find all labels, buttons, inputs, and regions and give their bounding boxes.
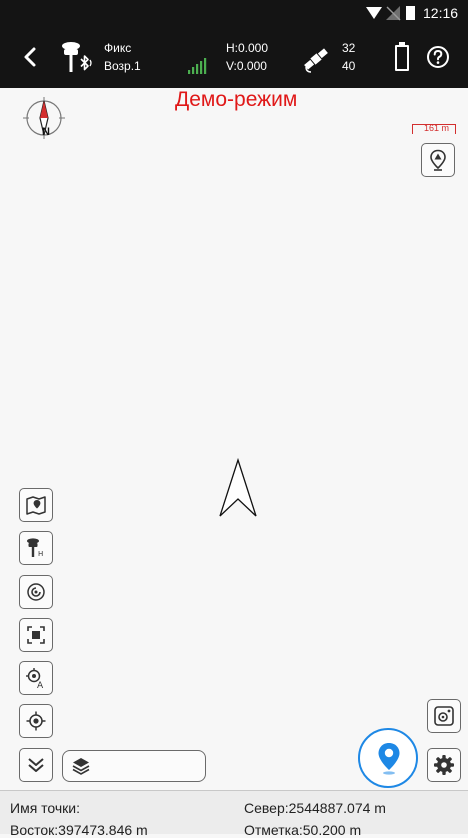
- map-point-button[interactable]: [421, 143, 455, 177]
- settings-icon: [434, 755, 454, 775]
- receiver-height-button[interactable]: H: [19, 531, 53, 565]
- satellites-used: 32: [342, 41, 356, 55]
- stakeout-target-icon: [27, 583, 45, 601]
- wifi-icon: [366, 7, 382, 19]
- locate-icon: [26, 711, 46, 731]
- settings-button[interactable]: [427, 748, 461, 782]
- collapse-toolbar-button[interactable]: [19, 748, 53, 782]
- map-view-icon: [26, 496, 46, 515]
- stakeout-target-button[interactable]: [19, 575, 53, 609]
- point-info-panel: Имя точки: Север:2544887.074 m Восток:39…: [0, 790, 468, 838]
- svg-text:H: H: [38, 550, 43, 558]
- zoom-extent-button[interactable]: [19, 618, 53, 652]
- north-coordinate: Север:2544887.074 m: [244, 800, 386, 816]
- satellite-icon: [304, 48, 328, 73]
- demo-mode-label: Демо-режим: [175, 88, 298, 111]
- signal-muted-icon: [386, 6, 401, 21]
- system-status-bar: 12:16: [0, 0, 468, 26]
- map-point-icon: [430, 149, 446, 171]
- auto-center-icon: A: [26, 668, 44, 689]
- current-position-arrow-icon: [219, 457, 257, 517]
- locate-button[interactable]: [19, 704, 53, 738]
- map-view-button[interactable]: [19, 488, 53, 522]
- layers-icon: [72, 758, 90, 775]
- solution-status: Фикс: [104, 41, 132, 55]
- point-name-label: Имя точки:: [10, 800, 81, 816]
- camera-point-button[interactable]: [427, 699, 461, 733]
- gnss-receiver-bluetooth-icon: [62, 42, 92, 72]
- status-time: 12:16: [423, 5, 459, 21]
- help-button[interactable]: [426, 45, 450, 69]
- satellites-tracked: 40: [342, 59, 356, 73]
- receiver-height-icon: H: [27, 538, 43, 558]
- h-precision: H:0.000: [226, 41, 269, 55]
- receiver-name: Возр.1: [104, 59, 141, 73]
- back-arrow-icon: [24, 47, 36, 67]
- camera-point-icon: [434, 706, 454, 726]
- compass-north-label: N: [42, 126, 50, 138]
- app-header: Фикс Возр.1 H:0.000 V:0.000 32 40: [0, 26, 468, 88]
- v-precision: V:0.000: [226, 59, 267, 73]
- location-pin-icon: [378, 743, 400, 775]
- back-button[interactable]: [16, 42, 46, 72]
- battery-status-icon: [395, 42, 409, 72]
- help-icon: [427, 46, 449, 68]
- auto-center-button[interactable]: A: [19, 661, 53, 695]
- battery-icon: [406, 6, 415, 20]
- scale-label: 161 m: [424, 123, 450, 133]
- layers-button[interactable]: [62, 750, 206, 782]
- zoom-extent-icon: [27, 626, 45, 644]
- map-canvas[interactable]: N Демо-режим 161 m H A: [0, 88, 468, 790]
- svg-text:A: A: [37, 681, 44, 689]
- collect-point-button[interactable]: [358, 728, 418, 788]
- collapse-icon: [28, 758, 44, 772]
- east-coordinate: Восток:397473.846 m: [10, 822, 148, 838]
- elevation-value: Отметка:50.200 m: [244, 822, 362, 838]
- signal-strength-icon: [188, 58, 207, 74]
